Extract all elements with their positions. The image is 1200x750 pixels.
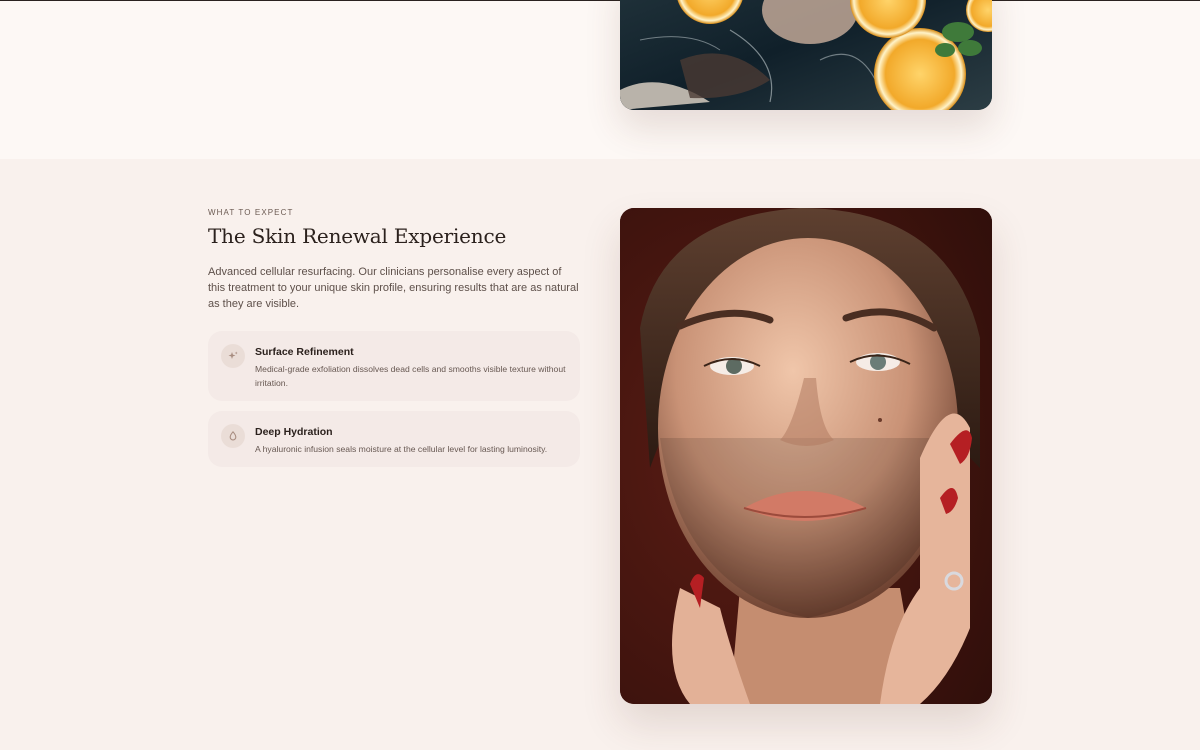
feature-card-deep-hydration: Deep Hydration A hyaluronic infusion sea… — [208, 411, 580, 467]
skin-renewal-section — [0, 159, 1200, 750]
citrus-water-photo — [620, 0, 992, 110]
feature-title: Deep Hydration — [255, 426, 333, 438]
sparkle-icon — [221, 344, 245, 368]
previous-section — [0, 1, 1200, 159]
water-drop-icon — [221, 424, 245, 448]
feature-description: A hyaluronic infusion seals moisture at … — [255, 444, 548, 454]
feature-title: Surface Refinement — [255, 346, 354, 358]
section-eyebrow: WHAT TO EXPECT — [208, 208, 294, 217]
portrait-photo — [620, 208, 992, 704]
feature-description: Medical-grade exfoliation dissolves dead… — [255, 364, 566, 388]
feature-card-surface-refinement: Surface Refinement Medical-grade exfolia… — [208, 331, 580, 401]
section-title: The Skin Renewal Experience — [208, 224, 507, 248]
section-intro: Advanced cellular resurfacing. Our clini… — [208, 266, 579, 310]
